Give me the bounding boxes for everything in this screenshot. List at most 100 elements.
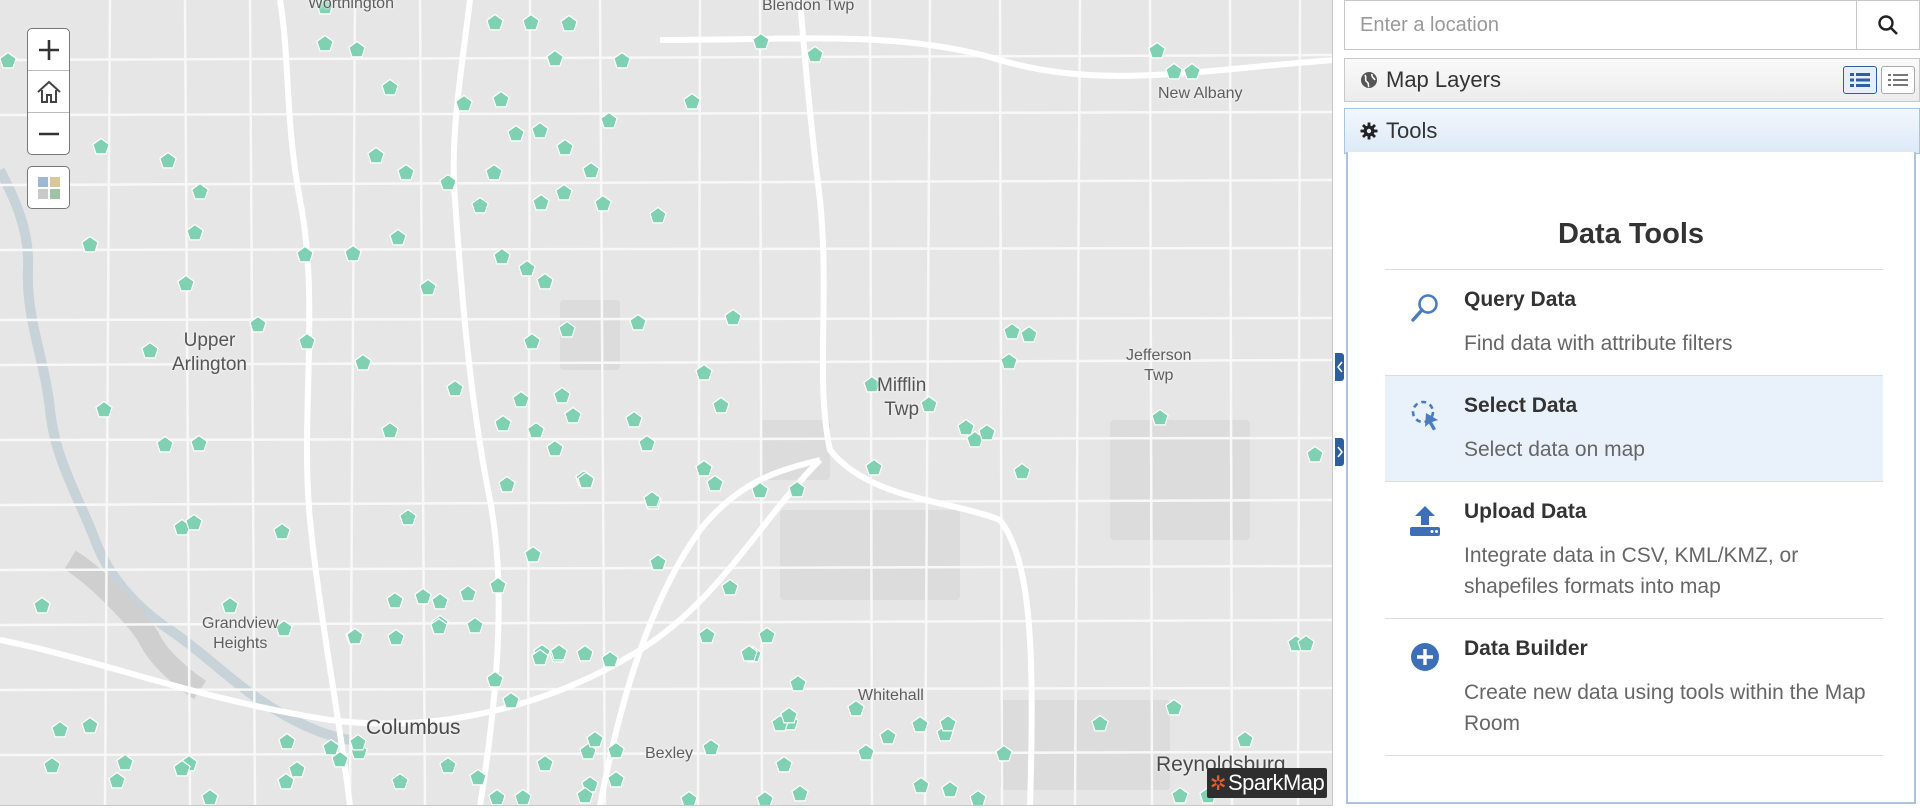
map-marker[interactable]: [939, 714, 957, 732]
map-marker[interactable]: [512, 390, 530, 408]
map-marker[interactable]: [524, 545, 542, 563]
map-marker[interactable]: [141, 341, 159, 359]
map-marker[interactable]: [1003, 322, 1021, 340]
detailed-list-view-button[interactable]: [1843, 66, 1877, 94]
map-marker[interactable]: [1171, 786, 1189, 804]
map-marker[interactable]: [493, 247, 511, 265]
map-marker[interactable]: [488, 788, 506, 805]
tool-upload-data[interactable]: Upload Data Integrate data in CSV, KML/K…: [1385, 482, 1883, 619]
map-marker[interactable]: [397, 163, 415, 181]
map-marker[interactable]: [523, 332, 541, 350]
map-marker[interactable]: [278, 732, 296, 750]
map-marker[interactable]: [721, 578, 739, 596]
map-marker[interactable]: [629, 313, 647, 331]
map-marker[interactable]: [522, 13, 540, 31]
map-marker[interactable]: [1000, 352, 1018, 370]
map-marker[interactable]: [221, 596, 239, 614]
map-marker[interactable]: [756, 790, 774, 807]
map-marker[interactable]: [190, 434, 208, 452]
map-marker[interactable]: [607, 770, 625, 788]
map-marker[interactable]: [712, 396, 730, 414]
map-marker[interactable]: [386, 591, 404, 609]
home-button[interactable]: [28, 71, 69, 113]
map-marker[interactable]: [683, 92, 701, 110]
tool-data-builder[interactable]: Data Builder Create new data using tools…: [1385, 619, 1883, 756]
map-marker[interactable]: [439, 756, 457, 774]
map-marker[interactable]: [108, 771, 126, 789]
map-marker[interactable]: [752, 32, 770, 50]
map-marker[interactable]: [531, 121, 549, 139]
map-marker[interactable]: [399, 508, 417, 526]
map-marker[interactable]: [507, 124, 525, 142]
map-marker[interactable]: [471, 196, 489, 214]
map-marker[interactable]: [459, 584, 477, 602]
map-marker[interactable]: [536, 754, 554, 772]
map-marker[interactable]: [550, 643, 568, 661]
search-button[interactable]: [1856, 1, 1919, 49]
map-marker[interactable]: [724, 308, 742, 326]
map-marker[interactable]: [92, 137, 110, 155]
expand-panel-tab[interactable]: [1335, 438, 1344, 466]
map-marker[interactable]: [1236, 730, 1254, 748]
map-marker[interactable]: [485, 163, 503, 181]
map-marker[interactable]: [788, 480, 806, 498]
map-marker[interactable]: [1020, 325, 1038, 343]
map-marker[interactable]: [1165, 62, 1183, 80]
map-marker[interactable]: [582, 161, 600, 179]
map-marker[interactable]: [546, 49, 564, 67]
map-marker[interactable]: [486, 670, 504, 688]
map-marker[interactable]: [33, 596, 51, 614]
map-marker[interactable]: [536, 272, 554, 290]
tools-header[interactable]: Tools: [1344, 108, 1920, 154]
map-marker[interactable]: [564, 406, 582, 424]
map-marker[interactable]: [594, 194, 612, 212]
map-marker[interactable]: [186, 223, 204, 241]
map-marker[interactable]: [344, 244, 362, 262]
map-marker[interactable]: [865, 458, 883, 476]
map-marker[interactable]: [680, 790, 698, 807]
map-marker[interactable]: [43, 756, 61, 774]
map-marker[interactable]: [702, 738, 720, 756]
tool-query-data[interactable]: Query Data Find data with attribute filt…: [1385, 270, 1883, 376]
map-layers-header[interactable]: Map Layers: [1344, 58, 1920, 102]
map-marker[interactable]: [387, 628, 405, 646]
map-marker[interactable]: [649, 206, 667, 224]
map-marker[interactable]: [625, 410, 643, 428]
map-marker[interactable]: [560, 14, 578, 32]
map-marker[interactable]: [348, 40, 366, 58]
map-marker[interactable]: [381, 421, 399, 439]
map-marker[interactable]: [381, 78, 399, 96]
map-marker[interactable]: [527, 421, 545, 439]
map-marker[interactable]: [1297, 634, 1315, 652]
map-marker[interactable]: [789, 674, 807, 692]
map-marker[interactable]: [0, 51, 17, 69]
map-marker[interactable]: [576, 644, 594, 662]
map-marker[interactable]: [879, 727, 897, 745]
map-marker[interactable]: [316, 34, 334, 52]
map-marker[interactable]: [498, 475, 516, 493]
map-marker[interactable]: [273, 522, 291, 540]
map-marker[interactable]: [546, 439, 564, 457]
map-marker[interactable]: [349, 733, 367, 751]
map-marker[interactable]: [391, 772, 409, 790]
map-marker[interactable]: [806, 45, 824, 63]
map-marker[interactable]: [116, 753, 134, 771]
map-marker[interactable]: [502, 691, 520, 709]
map-marker[interactable]: [791, 784, 809, 802]
map-marker[interactable]: [978, 423, 996, 441]
map-marker[interactable]: [367, 146, 385, 164]
map-marker[interactable]: [51, 720, 69, 738]
map-marker[interactable]: [969, 789, 987, 806]
map-canvas[interactable]: [0, 0, 1333, 806]
map-marker[interactable]: [706, 474, 724, 492]
map-marker[interactable]: [698, 626, 716, 644]
map-marker[interactable]: [486, 13, 504, 31]
map-marker[interactable]: [555, 183, 573, 201]
compact-list-view-button[interactable]: [1881, 66, 1915, 94]
map-marker[interactable]: [492, 90, 510, 108]
map-marker[interactable]: [346, 627, 364, 645]
map-marker[interactable]: [489, 576, 507, 594]
zoom-in-button[interactable]: [28, 29, 69, 71]
map-marker[interactable]: [1013, 462, 1031, 480]
map-marker[interactable]: [775, 755, 793, 773]
